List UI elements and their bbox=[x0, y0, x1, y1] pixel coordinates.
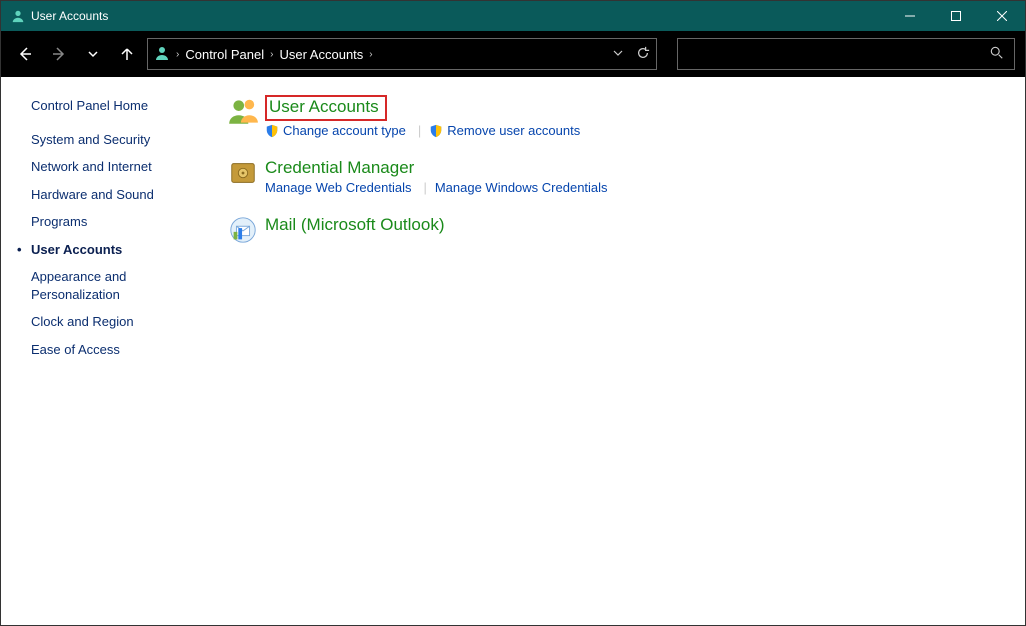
vault-icon bbox=[228, 158, 258, 191]
link-remove-user-accounts[interactable]: Remove user accounts bbox=[429, 123, 580, 138]
window-title: User Accounts bbox=[31, 9, 108, 23]
refresh-button[interactable] bbox=[636, 46, 650, 63]
link-label: Manage Web Credentials bbox=[265, 180, 411, 195]
recent-locations-button[interactable] bbox=[79, 40, 107, 68]
link-manage-web-credentials[interactable]: Manage Web Credentials bbox=[265, 180, 411, 195]
search-input[interactable] bbox=[677, 38, 1015, 70]
user-icon bbox=[11, 9, 25, 23]
link-manage-windows-credentials[interactable]: Manage Windows Credentials bbox=[435, 180, 608, 195]
chevron-down-icon[interactable] bbox=[612, 47, 624, 62]
user-icon bbox=[154, 45, 170, 64]
titlebar: User Accounts bbox=[1, 1, 1025, 31]
forward-button[interactable] bbox=[45, 40, 73, 68]
category-title-mail[interactable]: Mail (Microsoft Outlook) bbox=[265, 215, 444, 235]
search-icon bbox=[990, 46, 1004, 63]
window: User Accounts bbox=[0, 0, 1026, 626]
main-panel: User Accounts Change account type | bbox=[201, 77, 1025, 625]
category-title-user-accounts[interactable]: User Accounts bbox=[265, 95, 387, 121]
back-button[interactable] bbox=[11, 40, 39, 68]
maximize-button[interactable] bbox=[933, 1, 979, 31]
nav-toolbar: › Control Panel › User Accounts › bbox=[1, 31, 1025, 77]
sidebar-item-control-panel-home[interactable]: Control Panel Home bbox=[31, 97, 201, 115]
mail-icon bbox=[228, 215, 258, 248]
sidebar-item-system-and-security[interactable]: System and Security bbox=[31, 131, 201, 149]
sidebar-item-user-accounts[interactable]: User Accounts bbox=[31, 241, 201, 259]
link-label: Change account type bbox=[283, 123, 406, 138]
link-label: Remove user accounts bbox=[447, 123, 580, 138]
sidebar: Control Panel Home System and Security N… bbox=[1, 77, 201, 625]
category-mail: Mail (Microsoft Outlook) bbox=[221, 215, 1005, 248]
divider: | bbox=[423, 180, 426, 195]
link-label: Manage Windows Credentials bbox=[435, 180, 608, 195]
breadcrumb-current[interactable]: User Accounts bbox=[279, 47, 363, 62]
people-icon bbox=[226, 95, 260, 132]
shield-icon bbox=[265, 124, 279, 138]
sidebar-item-network-and-internet[interactable]: Network and Internet bbox=[31, 158, 201, 176]
content-area: Control Panel Home System and Security N… bbox=[1, 77, 1025, 625]
up-button[interactable] bbox=[113, 40, 141, 68]
minimize-button[interactable] bbox=[887, 1, 933, 31]
sidebar-item-ease-of-access[interactable]: Ease of Access bbox=[31, 341, 201, 359]
chevron-right-icon[interactable]: › bbox=[270, 49, 273, 60]
address-bar[interactable]: › Control Panel › User Accounts › bbox=[147, 38, 657, 70]
sidebar-item-clock-and-region[interactable]: Clock and Region bbox=[31, 313, 201, 331]
sidebar-item-appearance-and-personalization[interactable]: Appearance and Personalization bbox=[31, 268, 161, 303]
divider: | bbox=[418, 123, 421, 138]
sidebar-item-hardware-and-sound[interactable]: Hardware and Sound bbox=[31, 186, 201, 204]
shield-icon bbox=[429, 124, 443, 138]
link-change-account-type[interactable]: Change account type bbox=[265, 123, 406, 138]
sidebar-item-programs[interactable]: Programs bbox=[31, 213, 201, 231]
category-credential-manager: Credential Manager Manage Web Credential… bbox=[221, 158, 1005, 195]
chevron-right-icon[interactable]: › bbox=[176, 49, 179, 60]
chevron-right-icon[interactable]: › bbox=[369, 49, 372, 60]
category-title-credential-manager[interactable]: Credential Manager bbox=[265, 158, 414, 178]
breadcrumb-root[interactable]: Control Panel bbox=[185, 47, 264, 62]
window-controls bbox=[887, 1, 1025, 31]
category-user-accounts: User Accounts Change account type | bbox=[221, 95, 1005, 138]
close-button[interactable] bbox=[979, 1, 1025, 31]
